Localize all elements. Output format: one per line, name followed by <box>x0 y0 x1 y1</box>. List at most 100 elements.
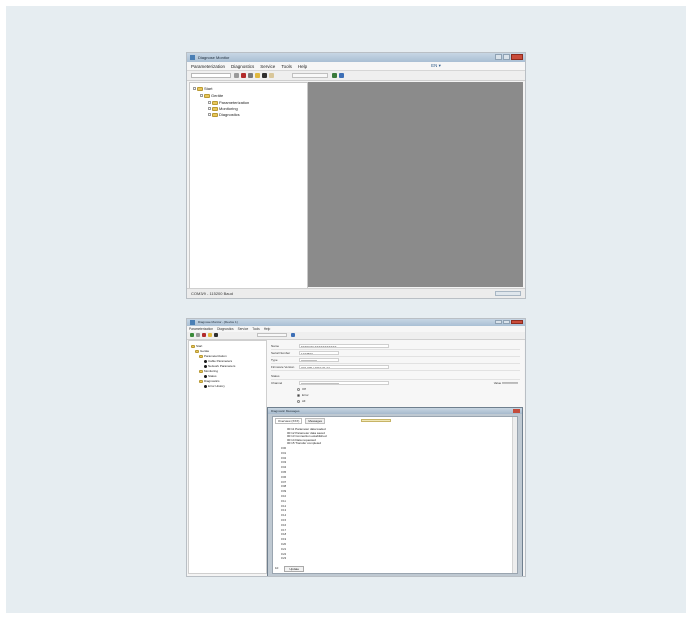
menu-tools[interactable]: Tools <box>281 64 292 69</box>
list-item[interactable]: 0:06 <box>281 476 286 479</box>
save-icon[interactable] <box>262 73 267 78</box>
interface-combo[interactable] <box>292 73 328 78</box>
arrow-icon[interactable] <box>291 333 295 337</box>
property-value: V01.000 / 2010-01-01 <box>299 365 389 369</box>
list-item[interactable]: 0:15 <box>281 519 286 522</box>
close-button[interactable] <box>511 54 523 60</box>
tab-messages[interactable]: Messages <box>305 418 326 424</box>
list-item[interactable]: 0:23 <box>281 557 286 560</box>
message-line: 00:15 Transfer completed <box>287 441 322 446</box>
device-properties: Name SENSOR XXXXXXXXXXX Serial Number 12… <box>267 340 524 408</box>
list-item[interactable]: 0:19 <box>281 538 286 541</box>
back-icon[interactable] <box>196 333 200 337</box>
connect-icon[interactable] <box>190 333 194 337</box>
connect-icon[interactable] <box>332 73 337 78</box>
maximize-button[interactable] <box>503 54 510 60</box>
stop-icon[interactable] <box>241 73 246 78</box>
tree-node-start[interactable]: Start <box>191 344 202 348</box>
menu-service[interactable]: Service <box>260 64 275 69</box>
tree-node-diagnostics[interactable]: Diagnostics <box>208 112 240 117</box>
list-item[interactable]: 0:11 <box>281 500 286 503</box>
list-item[interactable]: 0:16 <box>281 524 286 527</box>
list-item[interactable]: 0:17 <box>281 529 286 532</box>
stop-icon[interactable] <box>202 333 206 337</box>
count-value: 10 <box>275 566 279 570</box>
property-label: Type <box>271 358 278 362</box>
interface-combo[interactable] <box>257 333 287 337</box>
folder-open-icon[interactable] <box>208 333 212 337</box>
save-icon[interactable] <box>214 333 218 337</box>
tree-node-parameterization[interactable]: Parameterization <box>208 100 249 105</box>
list-item[interactable]: 0:08 <box>281 485 286 488</box>
expander-icon[interactable] <box>208 101 211 104</box>
node-dot-icon <box>204 359 207 363</box>
language-selector[interactable]: EN ▾ <box>431 63 441 69</box>
list-item[interactable]: 0:20 <box>281 543 286 546</box>
list-item[interactable]: 0:00 <box>281 447 286 450</box>
tree-node-label: Status <box>208 374 217 378</box>
tab-overview[interactable]: Overview (XXX) <box>275 418 303 424</box>
list-item[interactable]: 0:18 <box>281 533 286 536</box>
tree-node-network-parameters[interactable]: Network Parameters <box>204 364 235 368</box>
tree-node-diagnostics[interactable]: Diagnostics <box>199 379 220 383</box>
tree-node-label: Error History <box>208 384 225 388</box>
maximize-button[interactable] <box>503 320 510 324</box>
close-button[interactable] <box>511 320 523 324</box>
folder-icon <box>204 93 210 98</box>
tree-node-error-history[interactable]: Error History <box>204 384 225 388</box>
expander-icon[interactable] <box>200 94 203 97</box>
tree-node-label: Geräte <box>200 349 210 353</box>
scrollbar[interactable] <box>512 417 517 573</box>
tree-node-devices[interactable]: Geräte <box>200 93 223 98</box>
back-icon[interactable] <box>234 73 239 78</box>
update-button[interactable]: Update <box>284 566 305 572</box>
list-item[interactable]: 0:14 <box>281 514 286 517</box>
list-item[interactable]: 0:21 <box>281 548 286 551</box>
device-combo[interactable] <box>191 73 231 78</box>
list-item[interactable]: 0:09 <box>281 490 286 493</box>
expander-icon[interactable] <box>208 107 211 110</box>
menu-diagnostics[interactable]: Diagnostics <box>231 64 254 69</box>
tree-node-devices[interactable]: Geräte <box>195 349 209 353</box>
filter-field[interactable] <box>361 419 391 422</box>
property-value[interactable]: XXXXXXXXXXXXXXXXXXX <box>299 381 389 385</box>
record-icon[interactable] <box>248 73 253 78</box>
list-item[interactable]: 0:12 <box>281 505 286 508</box>
toolbar <box>187 71 525 81</box>
menu-help[interactable]: Help <box>298 64 307 69</box>
list-item[interactable]: 0:03 <box>281 461 286 464</box>
status-bar: COM3/9 - 115200 Baud <box>187 288 525 298</box>
arrow-icon[interactable] <box>339 73 344 78</box>
radio-all[interactable] <box>297 400 300 403</box>
list-item[interactable]: 0:10 <box>281 495 286 498</box>
radio-off[interactable] <box>297 388 300 391</box>
list-item[interactable]: 0:02 <box>281 457 286 460</box>
list-item[interactable]: 0:07 <box>281 481 286 484</box>
dialog-close-button[interactable] <box>513 409 520 413</box>
minimize-button[interactable] <box>495 54 502 60</box>
tree-node-parameterization[interactable]: Parameterization <box>199 354 227 358</box>
radio-label: Error <box>302 393 309 397</box>
tree-node-start[interactable]: Start <box>193 86 212 91</box>
minimize-button[interactable] <box>495 320 502 324</box>
tree-node-cable-parameters[interactable]: Cable Parameters <box>204 359 232 363</box>
folder-icon <box>212 112 218 117</box>
list-item[interactable]: 0:04 <box>281 466 286 469</box>
expander-icon[interactable] <box>208 113 211 116</box>
dialog-tabs: Overview (XXX) Messages <box>275 418 326 424</box>
list-item[interactable]: 0:13 <box>281 509 286 512</box>
document-icon[interactable] <box>269 73 274 78</box>
list-item[interactable]: 0:05 <box>281 471 286 474</box>
tree-node-monitoring[interactable]: Monitoring <box>208 106 238 111</box>
list-item[interactable]: 0:01 <box>281 452 286 455</box>
property-value: 1234567 <box>299 351 339 355</box>
tree-node-status[interactable]: Status <box>204 374 217 378</box>
list-item[interactable]: 0:22 <box>281 553 286 556</box>
tree-node-monitoring[interactable]: Monitoring <box>199 369 218 373</box>
folder-icon <box>199 369 203 373</box>
dialog-title-bar: Diagnostic Messages <box>268 408 522 414</box>
expander-icon[interactable] <box>193 87 196 90</box>
radio-error[interactable] <box>297 394 300 397</box>
menu-parameterization[interactable]: Parameterization <box>191 64 225 69</box>
folder-open-icon[interactable] <box>255 73 260 78</box>
